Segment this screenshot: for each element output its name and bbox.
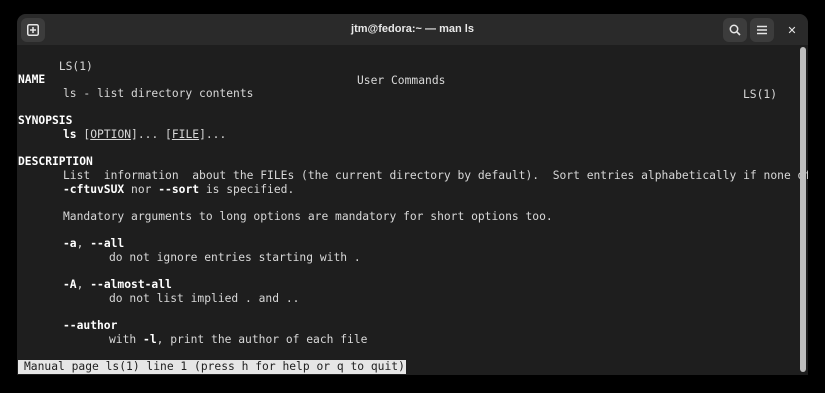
search-button[interactable] xyxy=(723,18,747,42)
terminal-content[interactable]: LS(1) User Commands LS(1) NAME ls - list… xyxy=(17,45,808,375)
scrollbar-thumb[interactable] xyxy=(800,47,806,372)
option-author-desc: with -l, print the author of each file xyxy=(109,333,367,347)
terminal-window: jtm@fedora:~ — man ls ✕ LS(1) User Comma… xyxy=(17,14,808,375)
man-header-right: LS(1) xyxy=(742,88,777,101)
man-header: LS(1) User Commands LS(1) xyxy=(18,46,807,101)
option-author: --author xyxy=(63,319,118,332)
hamburger-menu-icon xyxy=(757,25,767,35)
description-line-1: List information about the FILEs (the cu… xyxy=(63,169,808,182)
man-header-left: LS(1) xyxy=(58,60,93,73)
option-almost-all-desc: do not list implied . and .. xyxy=(109,292,300,305)
desc-opt-sort: --sort xyxy=(158,183,200,196)
option-A-short: -A xyxy=(63,278,77,291)
synopsis-file: FILE xyxy=(171,128,200,141)
option-all: -a, --all xyxy=(63,237,124,251)
close-icon: ✕ xyxy=(787,23,797,37)
desc-end: is specified. xyxy=(199,183,295,196)
synopsis-line: ls [OPTION]... [FILE]... xyxy=(63,128,226,142)
mandatory-text: Mandatory arguments to long options are … xyxy=(63,210,553,223)
option-A-sep: , xyxy=(76,278,91,291)
name-heading: NAME xyxy=(18,73,46,86)
synopsis-mid: ]... [ xyxy=(131,128,172,141)
pager-status-line: Manual page ls(1) line 1 (press h for he… xyxy=(18,360,406,374)
option-a-long: --all xyxy=(90,237,125,250)
author-flag: -l xyxy=(143,333,157,346)
synopsis-option: OPTION xyxy=(90,128,132,141)
menu-button[interactable] xyxy=(750,18,774,42)
synopsis-cmd: ls xyxy=(63,128,77,141)
option-all-desc: do not ignore entries starting with . xyxy=(109,251,361,264)
search-icon xyxy=(729,24,741,36)
close-button[interactable]: ✕ xyxy=(780,18,804,42)
author-post: , print the author of each file xyxy=(156,333,368,346)
synopsis-end: ]... xyxy=(199,128,227,141)
name-text: ls - list directory contents xyxy=(63,87,254,100)
synopsis-heading: SYNOPSIS xyxy=(18,114,73,127)
author-pre: with xyxy=(109,333,144,346)
option-a-sep: , xyxy=(76,237,91,250)
scrollbar[interactable] xyxy=(800,47,806,372)
desc-mid: nor xyxy=(124,183,159,196)
window-title: jtm@fedora:~ — man ls xyxy=(351,23,474,35)
description-heading: DESCRIPTION xyxy=(18,155,93,168)
desc-opt-cftuvsux: -cftuvSUX xyxy=(63,183,125,196)
option-almost-all: -A, --almost-all xyxy=(63,278,172,292)
man-header-center: User Commands xyxy=(357,74,446,87)
description-line-2: -cftuvSUX nor --sort is specified. xyxy=(63,183,294,197)
title-bar: jtm@fedora:~ — man ls ✕ xyxy=(17,14,808,46)
option-A-long: --almost-all xyxy=(90,278,172,291)
option-a-short: -a xyxy=(63,237,77,250)
